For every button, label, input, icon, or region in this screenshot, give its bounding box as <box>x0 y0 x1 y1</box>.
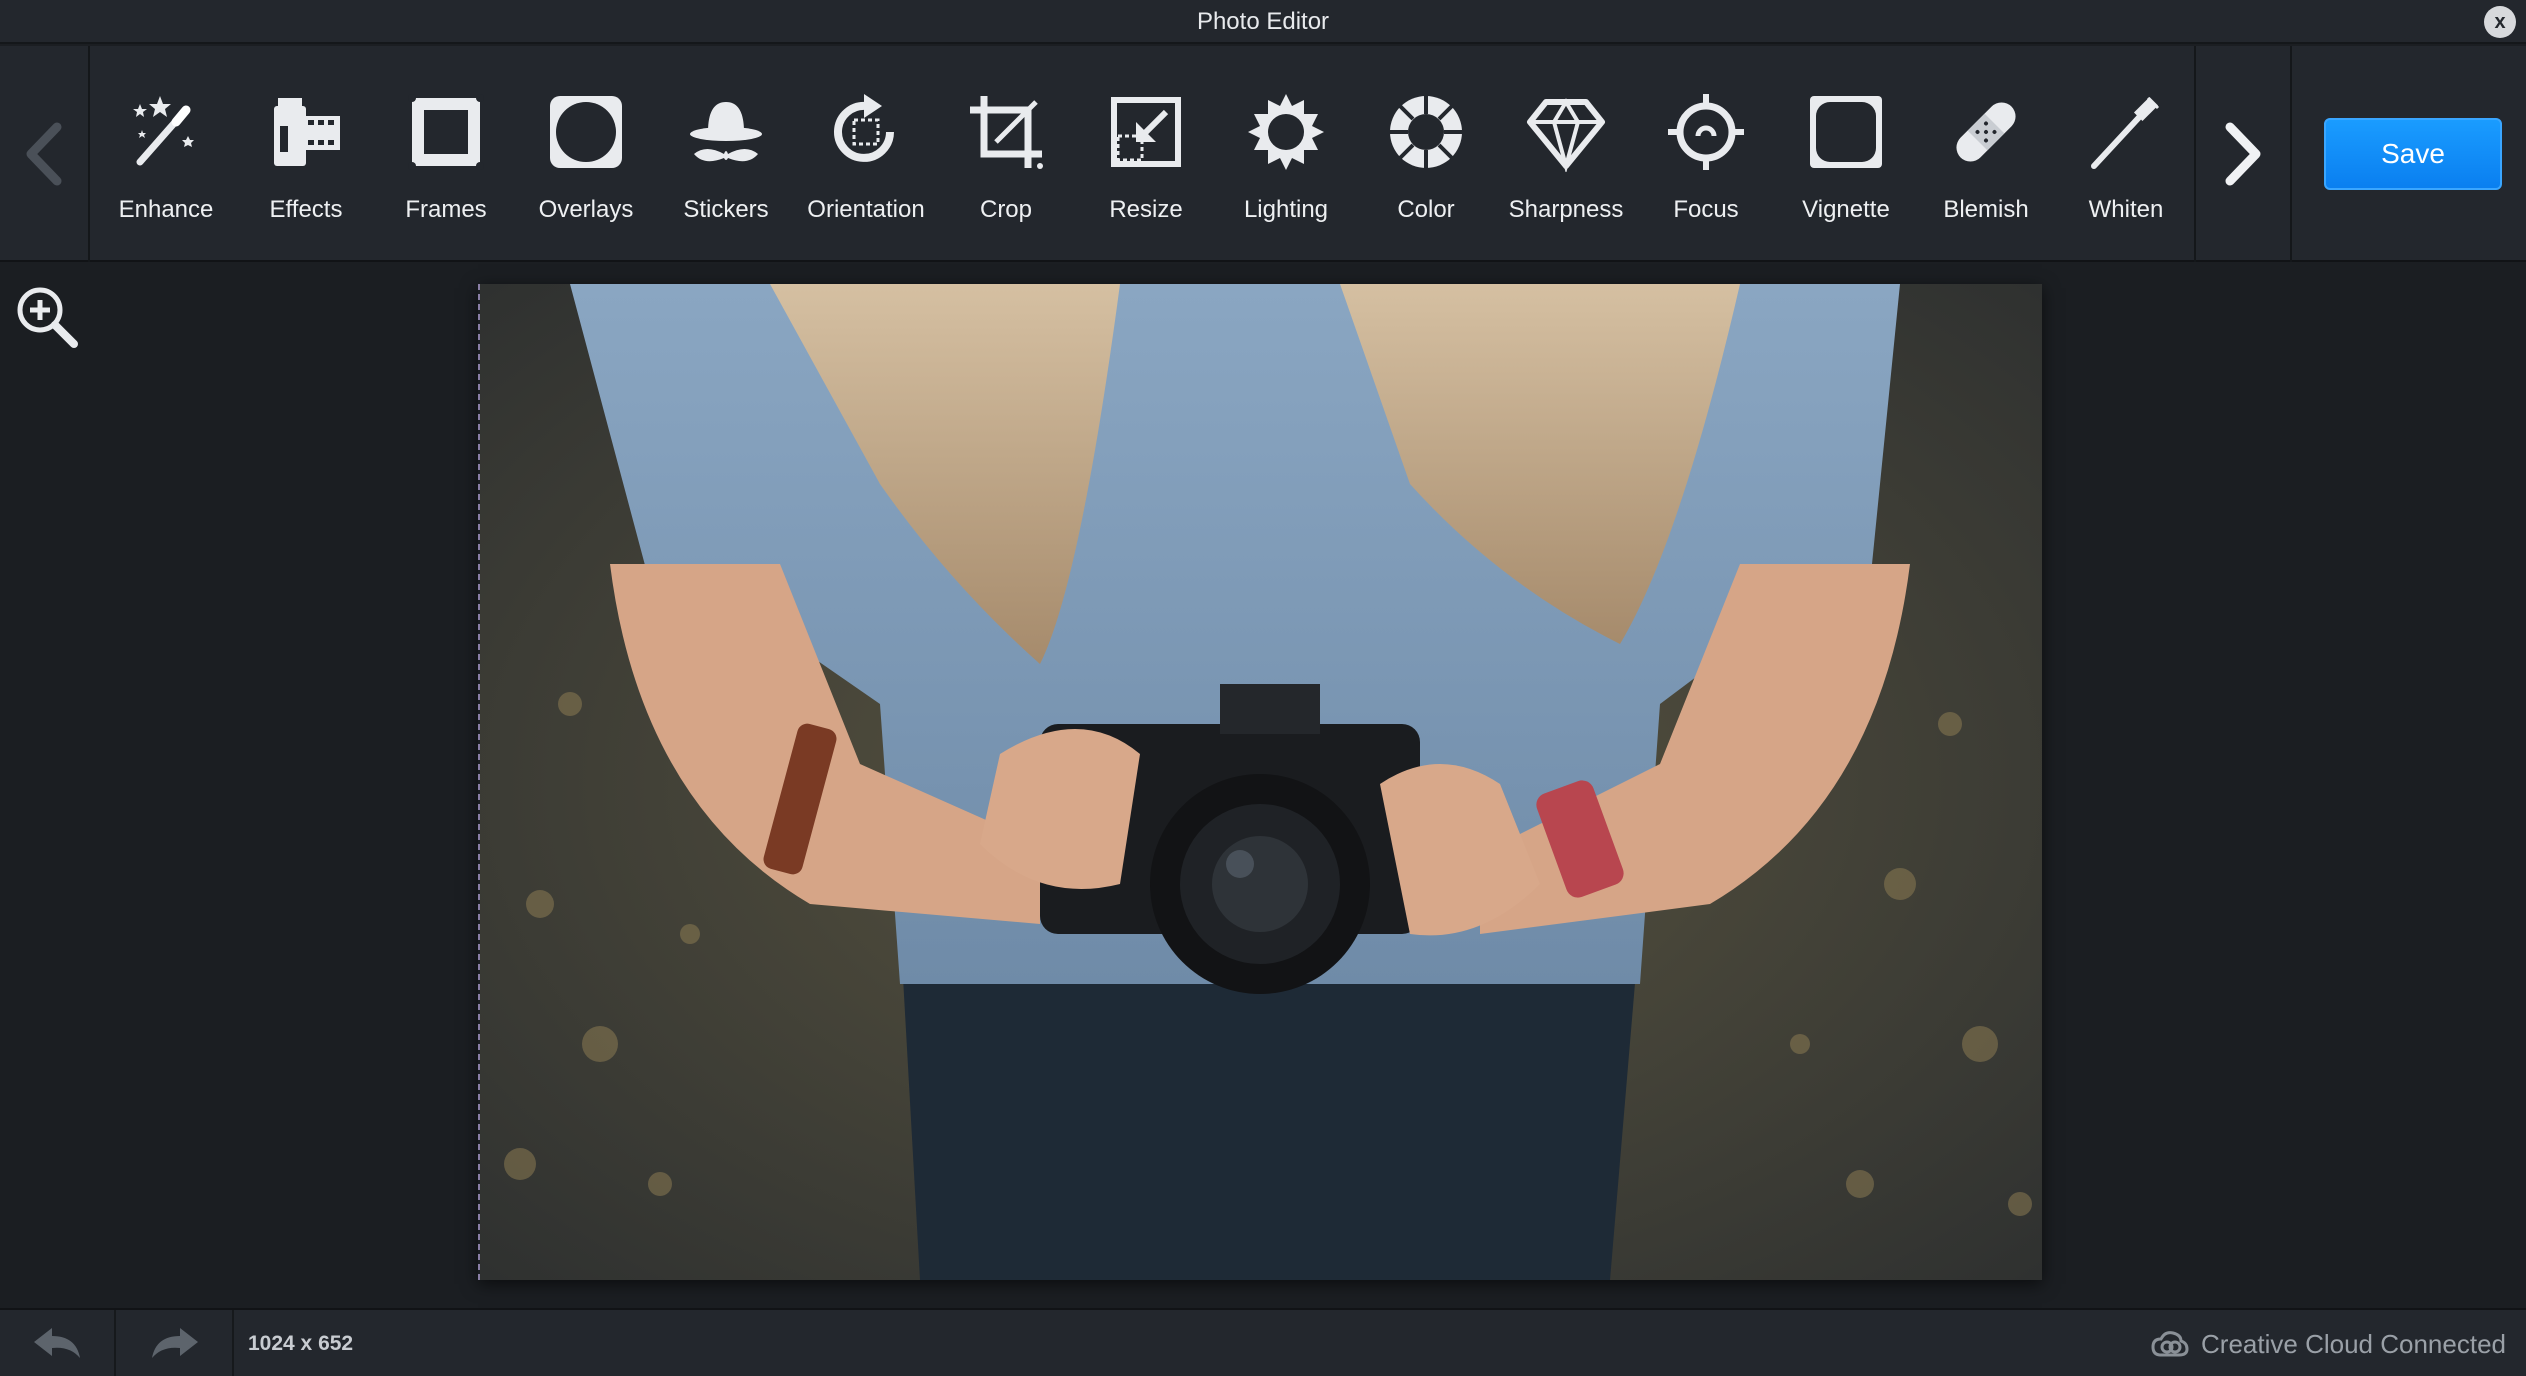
creative-cloud-icon <box>2151 1331 2189 1357</box>
tool-resize[interactable]: Resize <box>1076 46 1216 262</box>
tool-label: Color <box>1397 196 1455 223</box>
tool-focus[interactable]: Focus <box>1636 46 1776 262</box>
tool-label: Resize <box>1109 196 1183 223</box>
undo-icon <box>34 1328 80 1358</box>
redo-icon <box>152 1328 198 1358</box>
tool-frames[interactable]: Frames <box>376 46 516 262</box>
toothbrush-icon <box>2091 96 2160 169</box>
tool-strip: Enhance Effects Frames Overlays Stickers… <box>96 46 2190 262</box>
color-wheel-icon <box>1390 96 1462 168</box>
tool-label: Orientation <box>807 196 925 223</box>
diamond-icon <box>1527 98 1605 172</box>
photo-canvas[interactable] <box>478 284 2042 1280</box>
rotate-icon <box>834 94 894 162</box>
crosshair-icon <box>1668 94 1744 170</box>
tool-crop[interactable]: Crop <box>936 46 1076 262</box>
sun-icon <box>1248 94 1324 170</box>
bandage-icon <box>1956 102 2016 162</box>
tool-label: Blemish <box>1943 196 2029 223</box>
tool-overlays[interactable]: Overlays <box>516 46 656 262</box>
redo-button[interactable] <box>118 1310 234 1376</box>
hat-mustache-icon <box>690 102 762 162</box>
tool-stickers[interactable]: Stickers <box>656 46 796 262</box>
toolbar-next-button[interactable] <box>2194 46 2292 262</box>
tool-label: Focus <box>1673 196 1739 223</box>
tool-lighting[interactable]: Lighting <box>1216 46 1356 262</box>
tool-color[interactable]: Color <box>1356 46 1496 262</box>
resize-icon <box>1111 97 1181 167</box>
vignette-icon <box>1810 96 1882 168</box>
chevron-right-icon <box>2225 122 2261 186</box>
tool-effects[interactable]: Effects <box>236 46 376 262</box>
frame-icon <box>408 94 484 170</box>
photo-image <box>480 284 2042 1280</box>
tool-enhance[interactable]: Enhance <box>96 46 236 262</box>
tool-orientation[interactable]: Orientation <box>796 46 936 262</box>
undo-button[interactable] <box>0 1310 116 1376</box>
cloud-status-label: Creative Cloud Connected <box>2201 1328 2506 1359</box>
cloud-status: Creative Cloud Connected <box>2151 1310 2506 1376</box>
title-bar: Photo Editor x <box>0 0 2526 44</box>
toolbar: Enhance Effects Frames Overlays Stickers… <box>0 46 2526 262</box>
magic-wand-icon <box>133 96 194 166</box>
tool-label: Crop <box>979 196 1033 223</box>
image-dimensions: 1024 x 652 <box>248 1332 354 1355</box>
chevron-left-icon <box>26 122 62 186</box>
tool-blemish[interactable]: Blemish <box>1916 46 2056 262</box>
tool-whiten[interactable]: Whiten <box>2056 46 2196 262</box>
overlay-icon <box>550 96 622 168</box>
tool-sharpness[interactable]: Sharpness <box>1496 46 1636 262</box>
zoom-in-icon[interactable] <box>14 284 80 350</box>
canvas-area <box>0 264 2526 1308</box>
film-icon <box>274 98 340 166</box>
save-button[interactable]: Save <box>2324 118 2502 190</box>
tool-vignette[interactable]: Vignette <box>1776 46 1916 262</box>
tool-label: Effects <box>269 196 343 223</box>
tool-label: Whiten <box>2088 196 2164 223</box>
tool-label: Stickers <box>683 196 769 223</box>
crop-icon <box>970 96 1043 169</box>
tool-label: Vignette <box>1802 196 1890 223</box>
close-button[interactable]: x <box>2484 6 2516 38</box>
tool-label: Overlays <box>538 196 634 223</box>
tool-label: Frames <box>405 196 487 223</box>
status-bar: 1024 x 652 Creative Cloud Connected <box>0 1308 2526 1376</box>
window-title: Photo Editor <box>1196 8 1330 35</box>
tool-label: Enhance <box>118 196 214 223</box>
tool-label: Sharpness <box>1508 196 1624 223</box>
tool-label: Lighting <box>1243 196 1329 223</box>
toolbar-prev-button[interactable] <box>0 46 90 262</box>
